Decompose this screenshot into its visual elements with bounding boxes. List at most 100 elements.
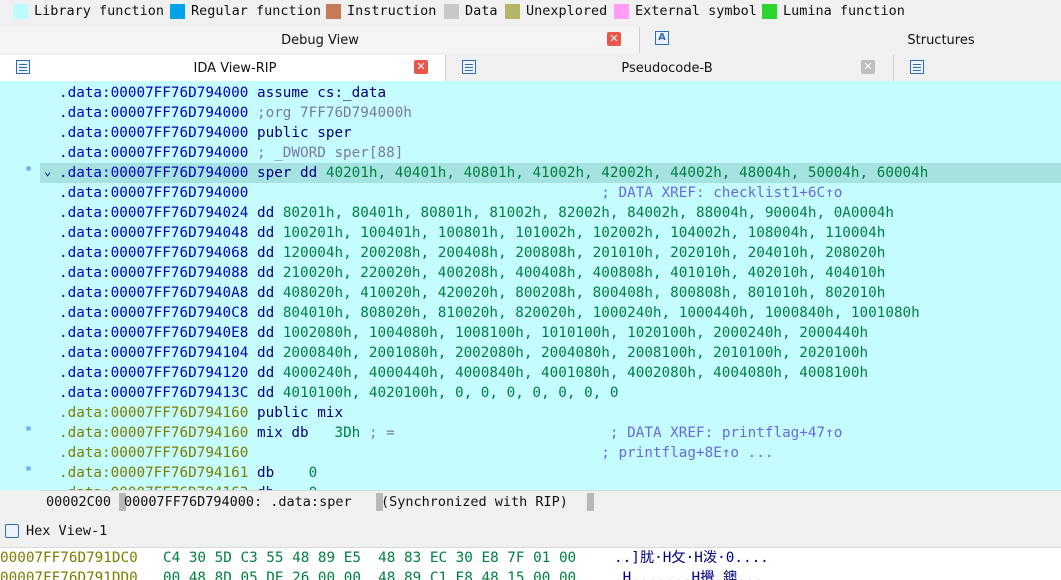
tab-pseudocode-b[interactable]: Pseudocode-B ✕ [447,55,892,81]
breakpoint-dot[interactable] [26,426,31,431]
code-line[interactable]: .data:00007FF76D794000 ; _DWORD sper[88] [59,143,403,163]
line-address[interactable]: .data:00007FF76D794000 [59,85,248,101]
mnemonic: public sper [256,125,352,141]
code-line[interactable]: .data:00007FF76D794024 dd 80201h, 80401h… [59,203,894,223]
operand: 210020h, 220020h, 400208h, 400408h, 4008… [282,265,886,281]
code-line[interactable]: .data:00007FF76D794048 dd 100201h, 10040… [59,223,885,243]
mnemonic: db [256,465,309,481]
hex-address[interactable]: 00007FF76D791DD0 [0,568,138,580]
line-address[interactable]: .data:00007FF76D794000 [59,125,248,141]
code-line[interactable]: .data:00007FF76D7940C8 dd 804010h, 80802… [59,303,920,323]
operand: 100201h, 100401h, 100801h, 101002h, 1020… [282,225,886,241]
line-address[interactable]: .data:00007FF76D794024 [59,205,248,221]
mnemonic: dd [256,365,283,381]
operand: 408020h, 410020h, 420020h, 800208h, 8004… [282,285,886,301]
comment: ;org 7FF76D794000h [256,105,412,121]
xref-comment[interactable]: ; DATA XREF: printflag+47↑o [610,425,842,441]
mnemonic: mix db [256,425,326,441]
code-line[interactable]: .data:00007FF76D794160 mix db 3Dh ; = ; … [59,423,842,443]
code-line[interactable]: .data:00007FF76D794088 dd 210020h, 22002… [59,263,885,283]
hex-view[interactable]: 00007FF76D791DC0 C4 30 5D C3 55 48 89 E5 … [0,548,1061,580]
breakpoint-dot[interactable] [26,466,31,471]
close-icon[interactable]: ✕ [861,60,875,74]
tab-ida-view-rip[interactable]: IDA View-RIP ✕ [0,55,446,81]
hex-bytes[interactable]: C4 30 5D C3 55 48 89 E5 48 83 EC 30 E8 7… [163,548,576,568]
hex-view-title: Hex View-1 [26,523,108,539]
line-address[interactable]: .data:00007FF76D794000 [59,185,248,201]
collapse-chevron-icon[interactable]: ⌄ [44,164,51,178]
tab-label: Pseudocode-B [621,61,713,76]
code-line[interactable]: .data:00007FF76D7940E8 dd 1002080h, 1004… [59,323,868,343]
code-line[interactable]: .data:00007FF76D794160 ; printflag+8E↑o … [59,443,773,463]
code-line[interactable]: .data:00007FF76D794120 dd 4000240h, 4000… [59,363,868,383]
hex-ascii[interactable]: .H.......H攪.鐭... [614,568,763,580]
hex-address[interactable]: 00007FF76D791DC0 [0,548,138,568]
mnemonic: dd [256,285,283,301]
breakpoint-dot[interactable] [26,166,31,171]
operand: 0 [308,465,318,481]
comment: ; = [360,425,610,441]
close-icon[interactable]: ✕ [607,32,621,46]
view-tab-bar: IDA View-RIP ✕ Pseudocode-B ✕ [0,55,1061,82]
code-line[interactable]: .data:00007FF76D794000 public sper [59,123,352,143]
hex-view-icon [5,524,19,538]
code-line[interactable]: .data:00007FF76D794000 assume cs:_data [59,83,386,103]
breakpoint-gutter[interactable] [0,81,40,490]
xref-comment[interactable]: ; printflag+8E↑o ... [601,445,773,461]
line-address[interactable]: .data:00007FF76D794000 [59,145,248,161]
code-line[interactable]: .data:00007FF76D794000 ; DATA XREF: chec… [59,183,842,203]
tab-label: Structures [907,33,975,48]
current-location: 00007FF76D794000: .data:sper [124,494,352,510]
code-line[interactable]: .data:00007FF76D794160 public mix [59,403,343,423]
legend-lumina-function: Lumina function [762,1,905,21]
hex-view-header[interactable]: Hex View-1 [0,517,1061,548]
line-address[interactable]: .data:00007FF76D794048 [59,225,248,241]
code-line[interactable]: .data:00007FF76D794000 sper dd 40201h, 4… [40,163,1061,183]
line-address[interactable]: .data:00007FF76D7940C8 [59,305,248,321]
line-address[interactable]: .data:00007FF76D794161 [59,465,248,481]
disassembly-view[interactable]: .data:00007FF76D794000 assume cs:_data .d… [0,81,1061,490]
code-line[interactable]: .data:00007FF76D794162 db 0 [59,483,317,490]
legend-regular-function: Regular function [170,1,321,21]
operand: 4010100h, 4020100h, 0, 0, 0, 0, 0, 0, 0 [282,385,619,401]
xref-comment[interactable]: ; DATA XREF: checklist1+6C↑o [601,185,842,201]
mnemonic: dd [256,345,283,361]
code-line[interactable]: .data:00007FF76D7940A8 dd 408020h, 41002… [59,283,885,303]
operand: 2000840h, 2001080h, 2002080h, 2004080h, … [282,345,869,361]
operand: 80201h, 80401h, 80801h, 81002h, 82002h, … [282,205,894,221]
legend-swatch [505,3,520,19]
line-address[interactable]: .data:00007FF76D7940E8 [59,325,248,341]
line-address[interactable]: .data:00007FF76D794000 [59,165,248,181]
mnemonic: sper dd [256,165,326,181]
comment: ; _DWORD sper[88] [256,145,404,161]
hex-ascii[interactable]: ..]肬·H攵·H泼·0.... [614,548,769,568]
mnemonic [257,445,601,461]
tab-extra-view[interactable] [893,55,1061,81]
code-line[interactable]: .data:00007FF76D79413C dd 4010100h, 4020… [59,383,619,403]
tab-debug-view[interactable]: Debug View ✕ [0,27,640,53]
hex-bytes[interactable]: 00 48 8D 05 DE 26 00 00 48 89 C1 E8 48 1… [163,568,576,580]
line-address[interactable]: .data:00007FF76D794160 [59,425,248,441]
mnemonic: dd [256,265,283,281]
line-address[interactable]: .data:00007FF76D794160 [59,405,248,421]
legend-swatch [170,3,185,19]
line-address[interactable]: .data:00007FF76D794104 [59,345,248,361]
line-address[interactable]: .data:00007FF76D7940A8 [59,285,248,301]
line-address[interactable]: .data:00007FF76D794000 [59,105,248,121]
operand: 804010h, 808020h, 810020h, 820020h, 1000… [282,305,920,321]
line-address[interactable]: .data:00007FF76D794120 [59,365,248,381]
code-line[interactable]: .data:00007FF76D794104 dd 2000840h, 2001… [59,343,868,363]
line-address[interactable]: .data:00007FF76D794068 [59,245,248,261]
tab-structures[interactable]: A Structures [641,27,1061,53]
legend-swatch [762,3,777,19]
legend-swatch [13,3,28,19]
legend-swatch [444,3,459,19]
code-line[interactable]: .data:00007FF76D794068 dd 120004h, 20020… [59,243,885,263]
code-line[interactable]: .data:00007FF76D794161 db 0 [59,463,317,483]
line-address[interactable]: .data:00007FF76D794160 [59,445,248,461]
code-line[interactable]: .data:00007FF76D794000 ;org 7FF76D794000… [59,103,412,123]
close-icon[interactable]: ✕ [414,60,428,74]
line-address[interactable]: .data:00007FF76D794088 [59,265,248,281]
legend-data: Data [444,1,498,21]
line-address[interactable]: .data:00007FF76D79413C [59,385,248,401]
